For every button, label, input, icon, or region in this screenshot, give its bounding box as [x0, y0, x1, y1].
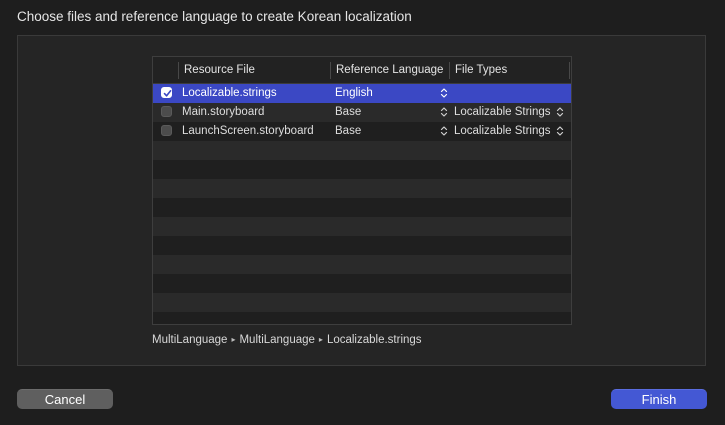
empty-row	[153, 236, 571, 255]
column-header-file-types[interactable]: File Types	[455, 57, 507, 83]
column-header-resource-file[interactable]: Resource File	[184, 57, 255, 83]
cancel-button[interactable]: Cancel	[17, 389, 113, 409]
table-rows: Localizable.strings English Main.storybo…	[153, 84, 571, 324]
empty-row	[153, 198, 571, 217]
empty-row	[153, 141, 571, 160]
finish-button[interactable]: Finish	[611, 389, 707, 409]
reference-language-select[interactable]: English	[335, 84, 373, 103]
include-checkbox[interactable]	[161, 106, 172, 117]
file-types-select[interactable]: Localizable Strings	[454, 103, 551, 122]
resource-file-name: Main.storyboard	[182, 106, 265, 118]
dialog-title: Choose files and reference language to c…	[17, 9, 412, 24]
breadcrumb-item: MultiLanguage	[239, 334, 315, 346]
checkmark-icon	[163, 90, 172, 97]
empty-row	[153, 179, 571, 198]
reference-language-stepper-icon[interactable]	[440, 125, 448, 137]
resource-files-table: Resource File Reference Language File Ty…	[152, 56, 572, 325]
include-checkbox[interactable]	[161, 87, 172, 98]
table-row[interactable]: Localizable.strings English	[153, 84, 571, 103]
file-types-stepper-icon[interactable]	[556, 125, 564, 137]
table-header: Resource File Reference Language File Ty…	[153, 57, 571, 84]
resource-file-name: LaunchScreen.storyboard	[182, 125, 314, 137]
breadcrumb-separator-icon: ▸	[231, 335, 236, 344]
column-separator[interactable]	[569, 62, 570, 79]
file-types-select[interactable]: Localizable Strings	[454, 122, 551, 141]
resource-file-name: Localizable.strings	[182, 87, 277, 99]
empty-row	[153, 293, 571, 312]
empty-row	[153, 274, 571, 293]
reference-language-select[interactable]: Base	[335, 103, 361, 122]
file-types-stepper-icon[interactable]	[556, 106, 564, 118]
reference-language-select[interactable]: Base	[335, 122, 361, 141]
empty-row	[153, 255, 571, 274]
breadcrumb-separator-icon: ▸	[318, 335, 323, 344]
table-row[interactable]: LaunchScreen.storyboard Base Localizable…	[153, 122, 571, 141]
empty-row	[153, 312, 571, 324]
column-header-reference-language[interactable]: Reference Language	[336, 57, 443, 83]
breadcrumb-item: Localizable.strings	[326, 334, 422, 346]
column-separator[interactable]	[178, 62, 179, 79]
include-checkbox[interactable]	[161, 125, 172, 136]
breadcrumb: MultiLanguage ▸ MultiLanguage ▸ Localizable.…	[152, 334, 422, 346]
reference-language-stepper-icon[interactable]	[440, 87, 448, 99]
breadcrumb-item: MultiLanguage	[152, 334, 228, 346]
empty-row	[153, 160, 571, 179]
column-separator[interactable]	[330, 62, 331, 79]
table-row[interactable]: Main.storyboard Base Localizable Strings	[153, 103, 571, 122]
reference-language-stepper-icon[interactable]	[440, 106, 448, 118]
column-separator[interactable]	[449, 62, 450, 79]
empty-row	[153, 217, 571, 236]
